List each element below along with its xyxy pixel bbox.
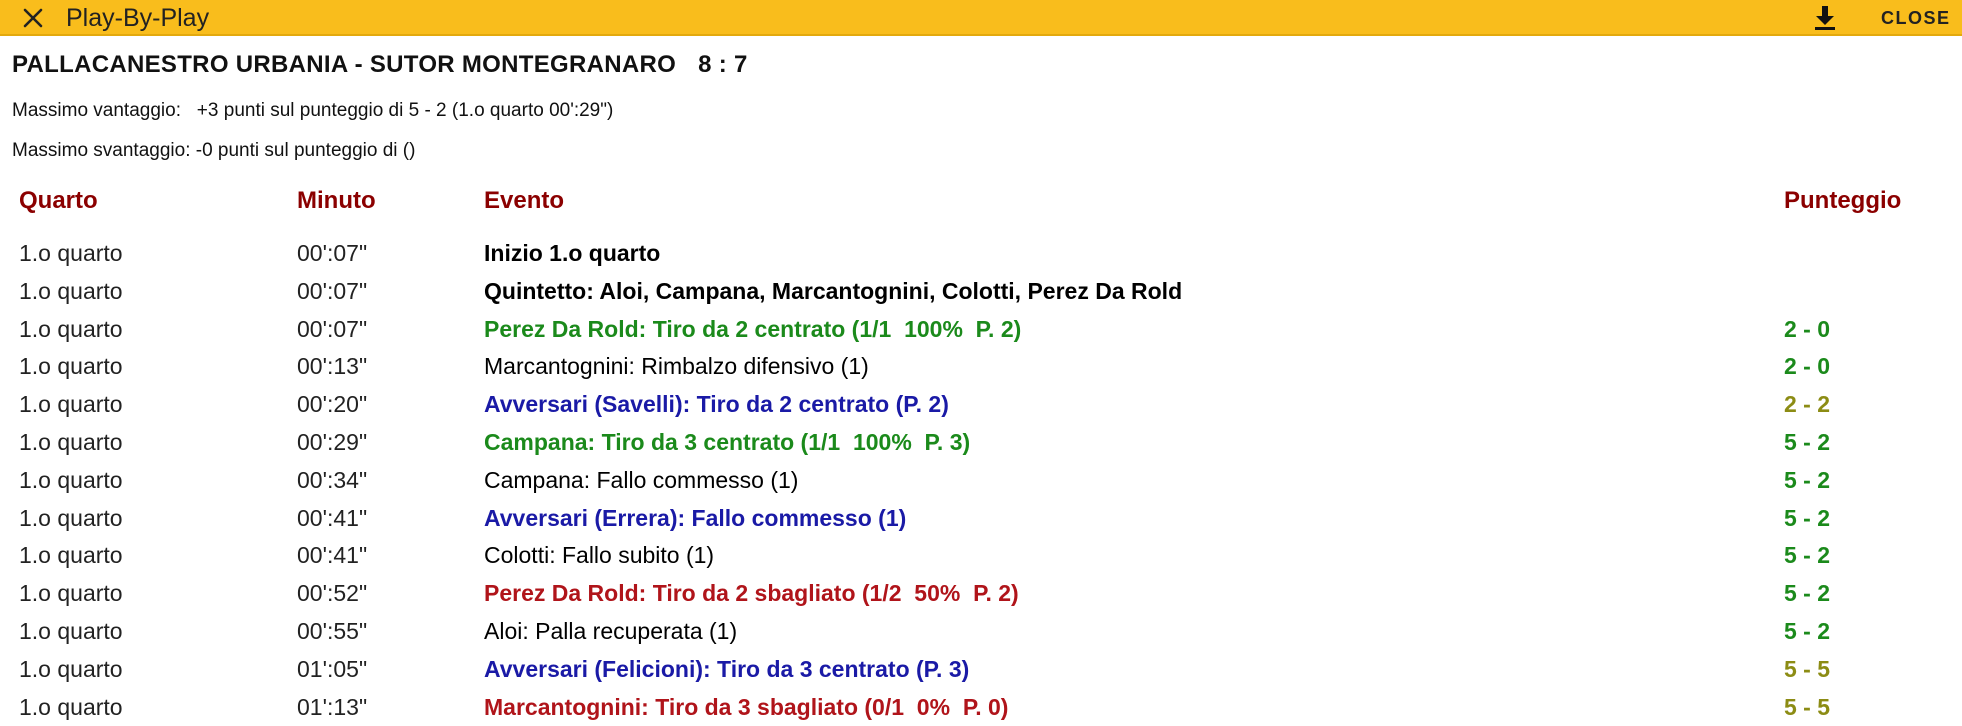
max-deficit-text: Massimo svantaggio: -0 punti sul puntegg… [12, 140, 416, 161]
table-row: 1.o quarto 00':41" Colotti: Fallo subito (… [0, 536, 1962, 574]
match-score: 8 : 7 [698, 51, 748, 78]
minute-cell: 00':41" [297, 542, 368, 568]
minute-cell: 00':34" [297, 467, 368, 493]
event-cell: Avversari (Errera): Fallo commesso (1) [484, 505, 907, 531]
score-cell: 5 - 2 [1784, 542, 1831, 568]
score-cell: 2 - 0 [1784, 316, 1831, 342]
minute-cell: 00':07" [297, 278, 368, 304]
minute-cell: 00':41" [297, 505, 368, 531]
quarter-cell: 1.o quarto [19, 391, 123, 417]
event-cell: Campana: Fallo commesso (1) [484, 467, 799, 493]
event-cell: Quintetto: Aloi, Campana, Marcantognini,… [484, 278, 1183, 304]
event-cell: Avversari (Felicioni): Tiro da 3 centrat… [484, 656, 970, 682]
event-cell: Inizio 1.o quarto [484, 240, 661, 266]
top-bar: Play-By-Play CLOSE [0, 0, 1962, 36]
event-cell: Perez Da Rold: Tiro da 2 centrato (1/1 1… [484, 316, 1022, 342]
minute-cell: 00':13" [297, 353, 368, 379]
quarter-cell: 1.o quarto [19, 467, 123, 493]
minute-cell: 00':07" [297, 316, 368, 342]
download-icon[interactable] [1813, 4, 1837, 32]
column-header-quarter: Quarto [19, 187, 98, 214]
close-x-icon[interactable] [20, 5, 46, 31]
minute-cell: 00':07" [297, 240, 368, 266]
score-cell: 5 - 2 [1784, 467, 1831, 493]
score-cell: 5 - 2 [1784, 618, 1831, 644]
event-cell: Colotti: Fallo subito (1) [484, 542, 715, 568]
quarter-cell: 1.o quarto [19, 656, 123, 682]
table-row: 1.o quarto 00':55" Aloi: Palla recuperata … [0, 612, 1962, 650]
table-row: 1.o quarto 00':20" Avversari (Savelli): Ti… [0, 385, 1962, 423]
table-row: 1.o quarto 00':07" Quintetto: Aloi, Campan… [0, 272, 1962, 310]
minute-cell: 00':55" [297, 618, 368, 644]
table-row: 1.o quarto 01':05" Avversari (Felicioni): … [0, 650, 1962, 688]
dialog-title: Play-By-Play [66, 4, 210, 32]
score-cell: 5 - 5 [1784, 694, 1831, 720]
score-cell: 5 - 5 [1784, 656, 1831, 682]
table-row: 1.o quarto 00':34" Campana: Fallo commesso… [0, 461, 1962, 499]
quarter-cell: 1.o quarto [19, 353, 123, 379]
table-row: 1.o quarto 00':07" Perez Da Rold: Tiro da … [0, 310, 1962, 348]
match-title: PALLACANESTRO URBANIA - SUTOR MONTEGRANA… [12, 51, 748, 79]
quarter-cell: 1.o quarto [19, 240, 123, 266]
column-header-minute: Minuto [297, 187, 376, 214]
quarter-cell: 1.o quarto [19, 429, 123, 455]
teams-label: PALLACANESTRO URBANIA - SUTOR MONTEGRANA… [12, 51, 677, 78]
minute-cell: 00':52" [297, 580, 368, 606]
column-header-score: Punteggio [1784, 187, 1902, 214]
event-cell: Aloi: Palla recuperata (1) [484, 618, 738, 644]
table-row: 1.o quarto 00':07" Inizio 1.o quarto [0, 234, 1962, 272]
score-cell: 2 - 0 [1784, 353, 1831, 379]
event-cell: Marcantognini: Tiro da 3 sbagliato (0/1 … [484, 694, 1009, 720]
table-row: 1.o quarto 01':13" Marcantognini: Tiro da … [0, 688, 1962, 726]
minute-cell: 00':29" [297, 429, 368, 455]
quarter-cell: 1.o quarto [19, 542, 123, 568]
minute-cell: 01':05" [297, 656, 368, 682]
quarter-cell: 1.o quarto [19, 580, 123, 606]
score-cell: 2 - 2 [1784, 391, 1831, 417]
table-row: 1.o quarto 00':52" Perez Da Rold: Tiro da … [0, 574, 1962, 612]
table-row: 1.o quarto 00':29" Campana: Tiro da 3 cent… [0, 423, 1962, 461]
quarter-cell: 1.o quarto [19, 505, 123, 531]
close-button[interactable]: CLOSE [1881, 8, 1951, 29]
quarter-cell: 1.o quarto [19, 694, 123, 720]
score-cell: 5 - 2 [1784, 429, 1831, 455]
table-row: 1.o quarto 00':13" Marcantognini: Rimbalzo… [0, 347, 1962, 385]
event-cell: Marcantognini: Rimbalzo difensivo (1) [484, 353, 869, 379]
quarter-cell: 1.o quarto [19, 278, 123, 304]
max-lead-text: Massimo vantaggio: +3 punti sul punteggi… [12, 100, 614, 121]
event-cell: Perez Da Rold: Tiro da 2 sbagliato (1/2 … [484, 580, 1019, 606]
quarter-cell: 1.o quarto [19, 618, 123, 644]
quarter-cell: 1.o quarto [19, 316, 123, 342]
score-cell: 5 - 2 [1784, 580, 1831, 606]
minute-cell: 01':13" [297, 694, 368, 720]
event-cell: Avversari (Savelli): Tiro da 2 centrato … [484, 391, 949, 417]
event-cell: Campana: Tiro da 3 centrato (1/1 100% P.… [484, 429, 971, 455]
minute-cell: 00':20" [297, 391, 368, 417]
column-header-event: Evento [484, 187, 565, 214]
table-row: 1.o quarto 00':41" Avversari (Errera): Fal… [0, 499, 1962, 537]
score-cell: 5 - 2 [1784, 505, 1831, 531]
